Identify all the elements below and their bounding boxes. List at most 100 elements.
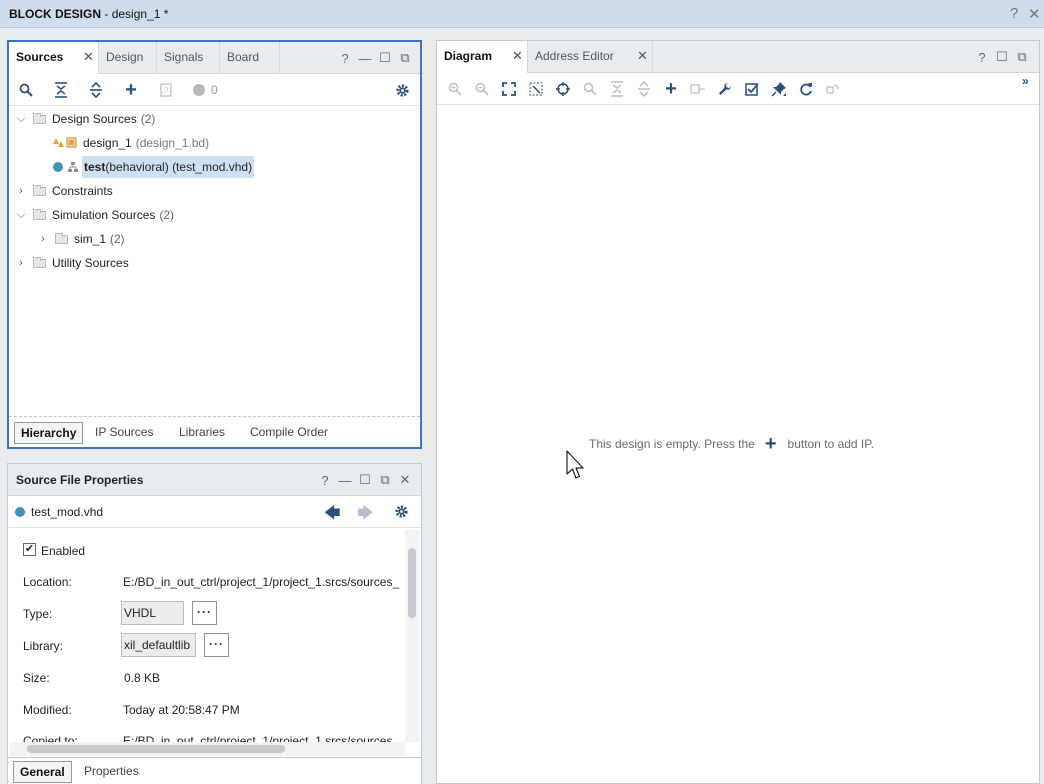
panel-window-controls: ? ☐ ⧉ — [972, 49, 1032, 65]
pin-icon[interactable] — [768, 79, 790, 99]
help-icon[interactable]: ? — [315, 473, 335, 488]
tab-libraries[interactable]: Libraries — [173, 422, 231, 444]
tab-general[interactable]: General — [13, 761, 72, 783]
location-value: E:/BD_in_out_ctrl/project_1/project_1.sr… — [123, 575, 400, 589]
sources-panel: Sources ✕ Design Signals Board ? — ☐ ⧉ +… — [7, 40, 422, 449]
more-tools-icon[interactable]: » — [1022, 74, 1029, 88]
help-icon[interactable]: ? — [1010, 5, 1018, 22]
add-sources-icon[interactable]: + — [120, 79, 142, 101]
library-ellipsis-button[interactable]: ··· — [204, 633, 229, 657]
tree-item-utility-sources[interactable]: › Utility Sources — [15, 252, 129, 274]
float-icon[interactable]: ⧉ — [1012, 49, 1032, 65]
tree-item-sim-1[interactable]: › sim_1 (2) — [37, 228, 125, 250]
expand-all-icon[interactable] — [85, 80, 107, 100]
horizontal-scrollbar[interactable] — [10, 742, 405, 756]
tab-signals[interactable]: Signals — [157, 42, 220, 74]
close-tab-icon[interactable]: ✕ — [637, 41, 648, 71]
status-badge: 0 — [193, 80, 233, 100]
file-row: test_mod.vhd 🡄 🡆 — [8, 496, 421, 528]
add-ip-icon[interactable]: + — [660, 78, 682, 100]
scrollbar-thumb[interactable] — [408, 548, 416, 618]
collapse-all-icon[interactable] — [50, 80, 72, 100]
type-ellipsis-button[interactable]: ··· — [192, 601, 217, 625]
modified-value: Today at 20:58:47 PM — [123, 703, 240, 717]
type-label: Type: — [23, 607, 53, 621]
tab-properties[interactable]: Properties — [78, 761, 145, 783]
tab-board[interactable]: Board — [220, 42, 280, 74]
diagram-tabbar: Diagram ✕ Address Editor ✕ ? ☐ ⧉ — [437, 41, 1039, 74]
minimize-icon[interactable]: — — [355, 51, 375, 66]
location-label: Location: — [23, 575, 72, 589]
tree-item-test[interactable]: test(behavioral) (test_mod.vhd) — [53, 156, 255, 178]
close-tab-icon[interactable]: ✕ — [512, 41, 523, 71]
maximize-icon[interactable]: ☐ — [992, 49, 1012, 65]
file-name: test_mod.vhd — [31, 505, 104, 519]
close-icon[interactable]: ✕ — [395, 472, 415, 488]
maximize-icon[interactable]: ☐ — [375, 50, 395, 66]
crosshair-icon[interactable] — [552, 79, 574, 99]
empty-design-message: This design is empty. Press the + button… — [589, 433, 875, 455]
back-arrow-icon[interactable]: 🡄 — [324, 502, 341, 529]
folder-icon — [55, 232, 68, 244]
chevron-right-icon[interactable]: › — [15, 252, 27, 274]
vertical-scrollbar[interactable] — [405, 530, 419, 742]
gear-icon[interactable] — [394, 504, 409, 522]
zoom-area-icon[interactable] — [525, 79, 547, 99]
tab-sources[interactable]: Sources ✕ — [9, 42, 99, 75]
search-icon[interactable] — [15, 80, 37, 100]
sources-tabbar: Sources ✕ Design Signals Board ? — ☐ ⧉ — [9, 42, 420, 75]
folder-icon — [33, 208, 46, 220]
refresh-icon[interactable] — [795, 79, 817, 99]
expand-all-icon — [633, 79, 655, 99]
svg-text:?: ? — [164, 86, 169, 95]
chevron-right-icon[interactable]: › — [15, 180, 27, 202]
chevron-right-icon[interactable]: › — [37, 228, 49, 250]
add-ip-inline-icon[interactable]: + — [765, 434, 777, 454]
folder-icon — [33, 112, 46, 124]
search-icon — [579, 79, 601, 99]
wrench-icon[interactable] — [714, 79, 736, 99]
gear-icon[interactable] — [391, 80, 413, 100]
close-tab-icon[interactable]: ✕ — [83, 42, 94, 72]
tab-address-editor[interactable]: Address Editor ✕ — [528, 41, 653, 73]
close-icon[interactable]: ✕ — [1028, 5, 1041, 23]
diagram-toolbar: + » — [437, 73, 1039, 105]
sources-view-tabs: Hierarchy IP Sources Libraries Compile O… — [9, 416, 420, 447]
size-value: 0.8 KB — [124, 671, 161, 685]
tab-ip-sources[interactable]: IP Sources — [89, 422, 159, 444]
tree-item-constraints[interactable]: › Constraints — [15, 180, 113, 202]
tree-item-design-1[interactable]: design_1 (design_1.bd) — [53, 132, 209, 154]
enabled-label: Enabled — [41, 544, 86, 558]
tab-design[interactable]: Design — [99, 42, 157, 74]
size-label: Size: — [23, 671, 50, 685]
folder-icon — [33, 256, 46, 268]
tab-hierarchy[interactable]: Hierarchy — [14, 422, 84, 444]
help-icon[interactable]: ? — [335, 51, 355, 66]
collapse-all-icon — [606, 79, 628, 99]
panel-window-controls: ? — ☐ ⧉ ✕ — [315, 472, 415, 488]
regenerate-layout-icon — [822, 79, 844, 99]
validate-design-icon[interactable] — [741, 79, 763, 99]
scrollbar-thumb[interactable] — [27, 745, 285, 753]
window-titlebar: BLOCK DESIGN - design_1 * ? ✕ — [0, 0, 1044, 28]
tab-compile-order[interactable]: Compile Order — [244, 422, 334, 444]
tree-item-design-sources[interactable]: ⌵ Design Sources (2) — [15, 108, 156, 130]
panel-window-controls: ? — ☐ ⧉ — [335, 50, 415, 66]
file-type-icon — [15, 507, 25, 517]
fit-view-icon[interactable] — [498, 79, 520, 99]
help-icon[interactable]: ? — [972, 50, 992, 65]
float-icon[interactable]: ⧉ — [375, 472, 395, 488]
library-field[interactable]: xil_defaultlib — [121, 633, 196, 657]
top-module-icon — [53, 162, 63, 172]
chevron-down-icon[interactable]: ⌵ — [15, 204, 27, 226]
forward-arrow-icon: 🡆 — [357, 505, 374, 522]
zoom-in-icon — [444, 79, 466, 99]
float-icon[interactable]: ⧉ — [395, 50, 415, 66]
type-field[interactable]: VHDL — [121, 601, 184, 625]
tree-item-simulation-sources[interactable]: ⌵ Simulation Sources (2) — [15, 204, 174, 226]
tab-diagram[interactable]: Diagram ✕ — [437, 41, 528, 74]
chevron-down-icon[interactable]: ⌵ — [15, 108, 27, 130]
enabled-checkbox[interactable]: ✔ — [23, 543, 36, 556]
minimize-icon[interactable]: — — [335, 473, 355, 488]
maximize-icon[interactable]: ☐ — [355, 472, 375, 488]
